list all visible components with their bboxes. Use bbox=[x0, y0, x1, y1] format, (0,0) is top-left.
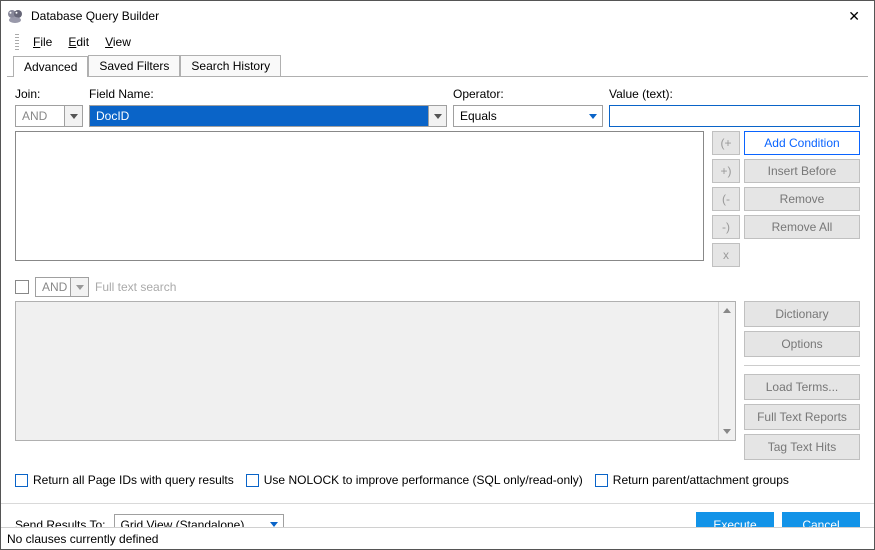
value-input-wrap bbox=[609, 105, 860, 127]
clear-button[interactable]: x bbox=[712, 243, 740, 267]
operator-combo[interactable]: Equals bbox=[453, 105, 603, 127]
field-name-text: DocID bbox=[90, 106, 428, 126]
menu-edit[interactable]: Edit bbox=[62, 33, 95, 51]
return-parent-checkbox[interactable]: Return parent/attachment groups bbox=[595, 473, 789, 487]
fulltext-terms-list[interactable] bbox=[15, 301, 736, 441]
options-button[interactable]: Options bbox=[744, 331, 860, 357]
advanced-panel: Join: Field Name: Operator: Value (text)… bbox=[1, 77, 874, 493]
value-input[interactable] bbox=[610, 106, 859, 126]
field-name-combo[interactable]: DocID bbox=[89, 105, 447, 127]
return-page-ids-checkbox[interactable]: Return all Page IDs with query results bbox=[15, 473, 234, 487]
open-paren-add-button[interactable]: (+ bbox=[712, 131, 740, 155]
condition-buttons: (+ Add Condition +) Insert Before (- Rem… bbox=[712, 131, 860, 267]
close-button[interactable]: ✕ bbox=[842, 6, 866, 27]
use-nolock-checkbox[interactable]: Use NOLOCK to improve performance (SQL o… bbox=[246, 473, 583, 487]
close-paren-remove-button[interactable]: -) bbox=[712, 215, 740, 239]
separator bbox=[744, 365, 860, 366]
join-combo[interactable]: AND bbox=[15, 105, 83, 127]
tag-text-hits-button[interactable]: Tag Text Hits bbox=[744, 434, 860, 460]
close-paren-add-button[interactable]: +) bbox=[712, 159, 740, 183]
label-operator: Operator: bbox=[453, 87, 603, 101]
dictionary-button[interactable]: Dictionary bbox=[744, 301, 860, 327]
status-text: No clauses currently defined bbox=[7, 532, 158, 546]
chevron-down-icon[interactable] bbox=[584, 106, 602, 126]
divider bbox=[1, 503, 874, 504]
conditions-list[interactable] bbox=[15, 131, 704, 261]
insert-before-button[interactable]: Insert Before bbox=[744, 159, 860, 183]
operator-text: Equals bbox=[454, 106, 584, 126]
window-title: Database Query Builder bbox=[31, 9, 842, 23]
label-join: Join: bbox=[15, 87, 83, 101]
remove-all-button[interactable]: Remove All bbox=[744, 215, 860, 239]
menu-file[interactable]: File bbox=[27, 33, 58, 51]
scroll-up-icon[interactable] bbox=[719, 302, 735, 319]
load-terms-button[interactable]: Load Terms... bbox=[744, 374, 860, 400]
menu-bar: File Edit View bbox=[1, 31, 874, 53]
fts-join-combo[interactable]: AND bbox=[35, 277, 89, 297]
scrollbar-vertical[interactable] bbox=[718, 302, 735, 440]
toolbar-grip bbox=[15, 34, 19, 50]
fulltext-label: Full text search bbox=[95, 280, 176, 294]
chevron-down-icon[interactable] bbox=[70, 278, 88, 296]
tab-strip: Advanced Saved Filters Search History bbox=[7, 53, 868, 77]
chevron-down-icon[interactable] bbox=[428, 106, 446, 126]
open-paren-remove-button[interactable]: (- bbox=[712, 187, 740, 211]
chevron-down-icon[interactable] bbox=[64, 106, 82, 126]
fulltext-buttons: Dictionary Options Load Terms... Full Te… bbox=[744, 301, 860, 460]
fulltext-row: AND Full text search bbox=[15, 277, 860, 297]
tab-search-history[interactable]: Search History bbox=[180, 55, 281, 76]
add-condition-button[interactable]: Add Condition bbox=[744, 131, 860, 155]
options-row: Return all Page IDs with query results U… bbox=[15, 472, 860, 487]
scroll-down-icon[interactable] bbox=[719, 423, 735, 440]
label-value: Value (text): bbox=[609, 87, 860, 101]
menu-view[interactable]: View bbox=[99, 33, 137, 51]
title-bar: Database Query Builder ✕ bbox=[1, 1, 874, 31]
remove-button[interactable]: Remove bbox=[744, 187, 860, 211]
label-field: Field Name: bbox=[89, 87, 447, 101]
app-icon bbox=[7, 8, 23, 24]
join-combo-text: AND bbox=[16, 106, 64, 126]
tab-advanced[interactable]: Advanced bbox=[13, 56, 88, 77]
full-text-reports-button[interactable]: Full Text Reports bbox=[744, 404, 860, 430]
tab-saved-filters[interactable]: Saved Filters bbox=[88, 55, 180, 76]
fulltext-checkbox[interactable] bbox=[15, 280, 29, 294]
status-bar: No clauses currently defined bbox=[1, 527, 874, 549]
